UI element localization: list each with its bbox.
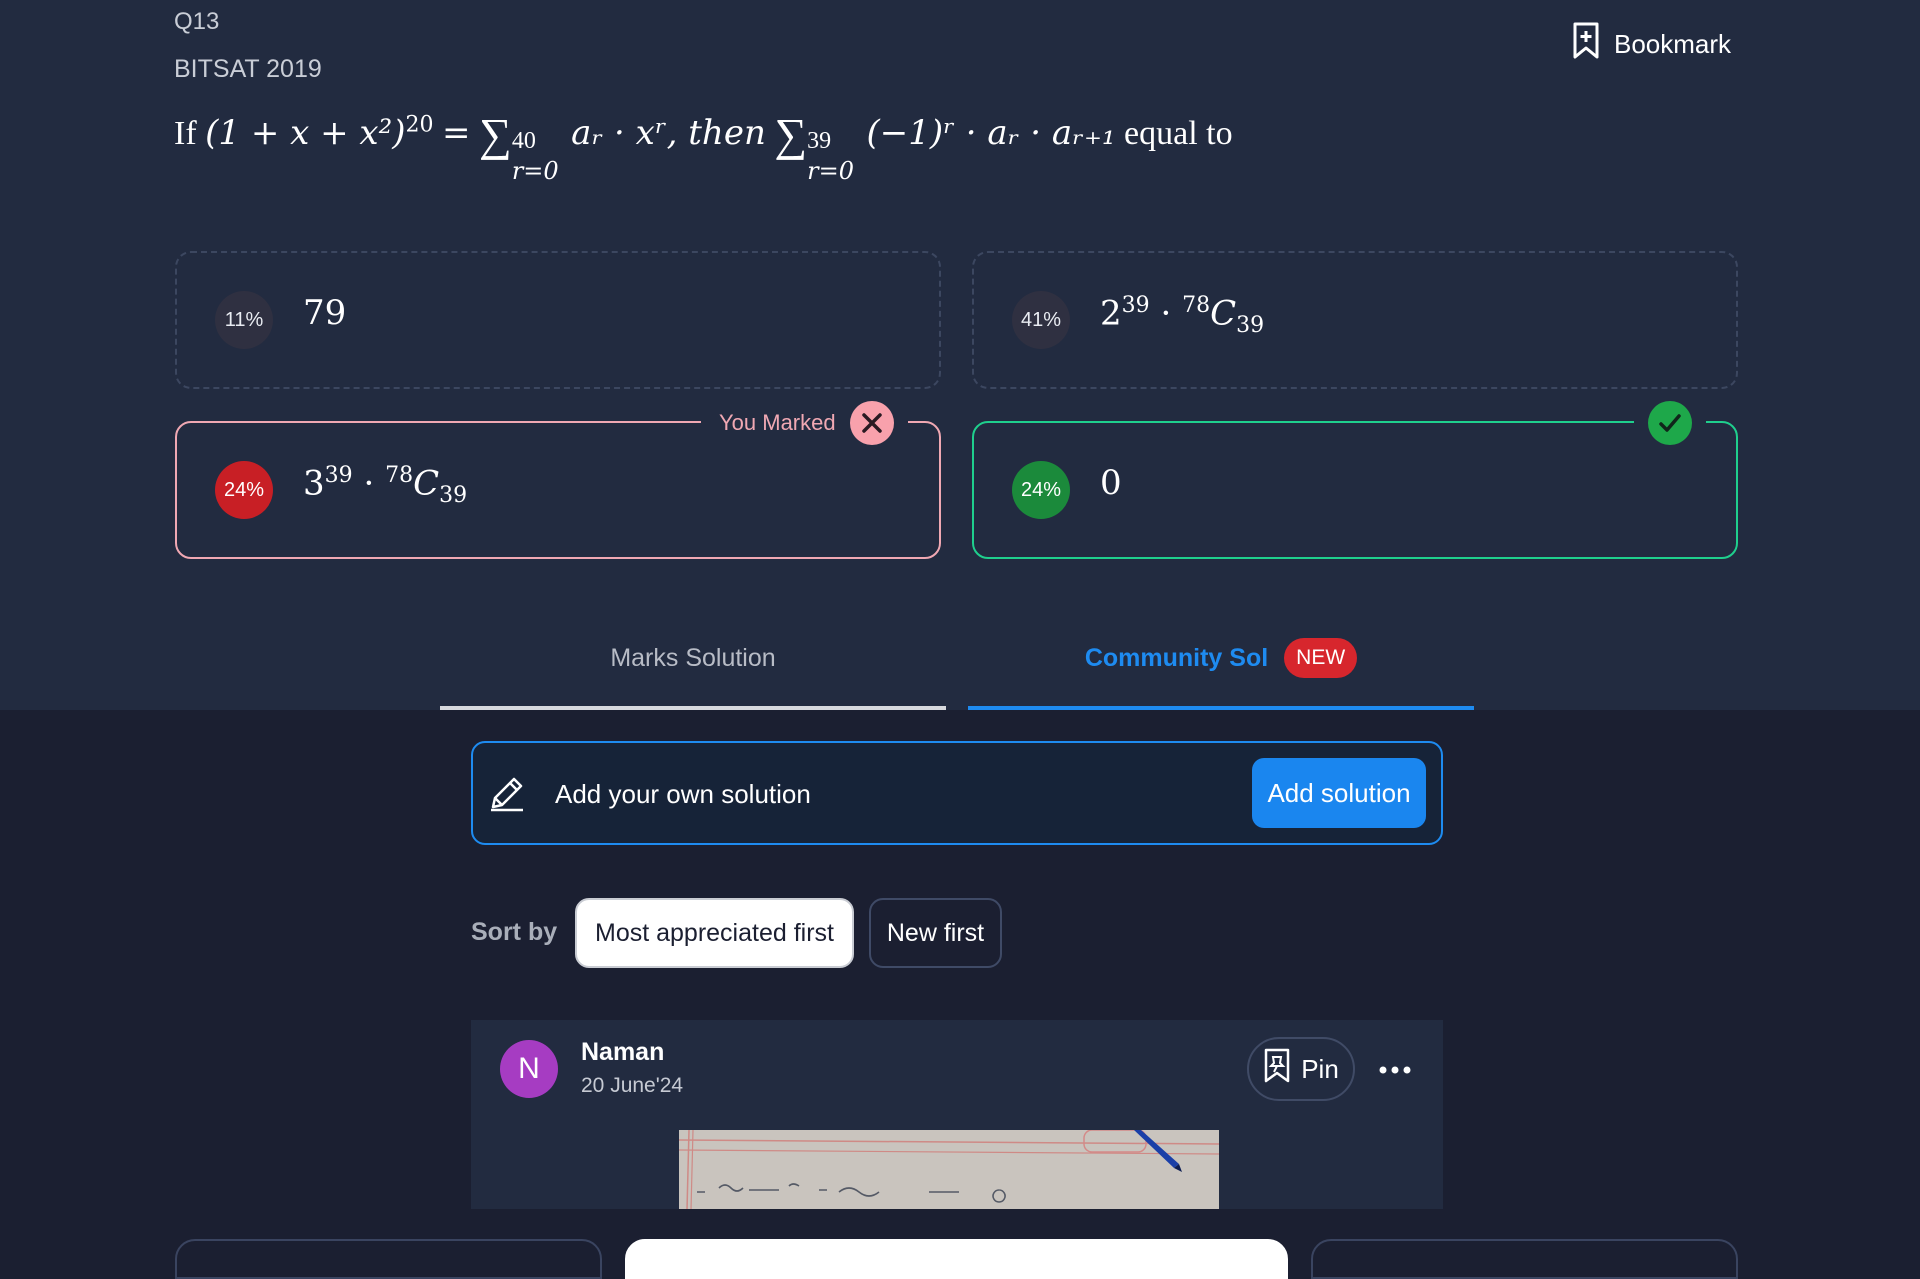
add-solution-placeholder[interactable]: Add your own solution: [555, 779, 811, 810]
pin-icon: [1263, 1048, 1291, 1091]
you-marked-label: You Marked: [719, 410, 836, 435]
option-value: 79: [303, 293, 347, 333]
option-value: 0: [1100, 463, 1122, 503]
sort-most-appreciated-button[interactable]: Most appreciated first: [575, 898, 854, 968]
option-c[interactable]: You Marked 24% 339 · 78C39: [175, 401, 941, 559]
question-number: Q13: [174, 8, 220, 35]
pin-button[interactable]: Pin: [1247, 1037, 1355, 1101]
tab-community-solution[interactable]: Community Sol NEW: [968, 610, 1474, 710]
question-text: If (1 + x + x²)20 = ∑ 40 r=0 aᵣ · xʳ, then…: [174, 109, 1233, 185]
add-solution-box[interactable]: Add your own solution Add solution: [471, 741, 1443, 845]
percent-badge: 41%: [1012, 291, 1070, 349]
bottom-navigation: [0, 1209, 1920, 1279]
bookmark-plus-icon: [1572, 22, 1600, 67]
question-list-button[interactable]: [625, 1239, 1288, 1279]
sort-new-first-button[interactable]: New first: [869, 898, 1002, 968]
pin-label: Pin: [1301, 1053, 1339, 1084]
exam-label: BITSAT 2019: [174, 55, 322, 83]
option-d[interactable]: 24% 0: [972, 401, 1738, 559]
add-solution-button[interactable]: Add solution: [1252, 758, 1426, 828]
percent-badge: 24%: [215, 461, 273, 519]
post-date: 20 June'24: [581, 1074, 684, 1097]
percent-badge: 11%: [215, 291, 273, 349]
correct-tag: [1634, 401, 1706, 445]
option-b[interactable]: 41% 239 · 78C39: [972, 251, 1738, 389]
percent-badge: 24%: [1012, 461, 1070, 519]
solution-image[interactable]: [679, 1130, 1219, 1210]
bookmark-label: Bookmark: [1614, 28, 1732, 59]
check-icon: [1648, 401, 1692, 445]
tab-marks-solution[interactable]: Marks Solution: [440, 610, 946, 710]
option-value: 239 · 78C39: [1100, 293, 1265, 339]
author-name[interactable]: Naman: [581, 1038, 664, 1067]
avatar[interactable]: N: [500, 1040, 558, 1098]
tab-marks-solution-label: Marks Solution: [610, 643, 776, 672]
option-value: 339 · 78C39: [303, 463, 468, 509]
option-a[interactable]: 11% 79: [175, 251, 941, 389]
more-options-icon[interactable]: [1371, 1050, 1419, 1090]
bookmark-button[interactable]: Bookmark: [1572, 22, 1732, 67]
sort-label: Sort by: [471, 918, 558, 946]
tab-community-solution-label: Community Sol: [1084, 643, 1269, 672]
you-marked-tag: You Marked: [701, 401, 908, 445]
pencil-icon: [487, 773, 527, 818]
close-icon: [849, 401, 894, 445]
new-badge: NEW: [1284, 638, 1358, 678]
previous-question-button[interactable]: [175, 1239, 602, 1279]
next-question-button[interactable]: [1311, 1239, 1738, 1279]
